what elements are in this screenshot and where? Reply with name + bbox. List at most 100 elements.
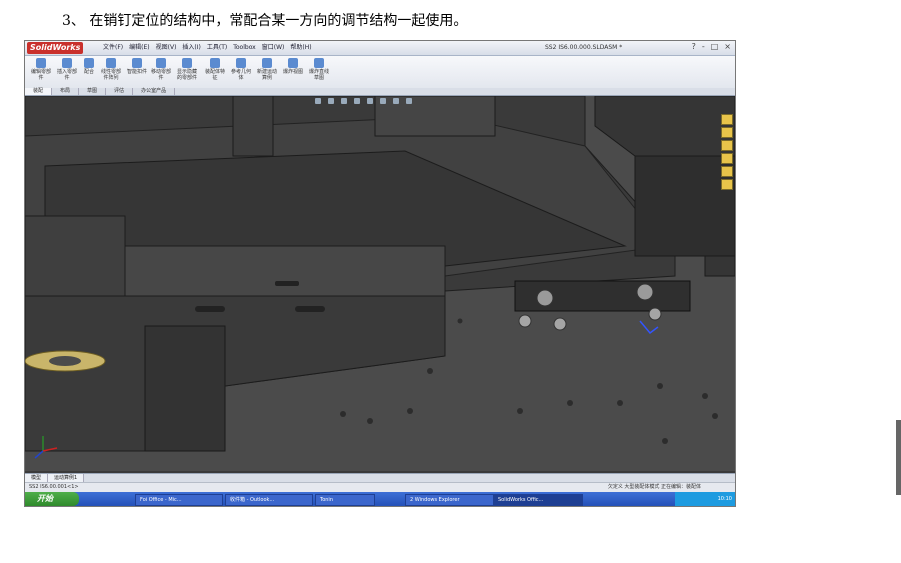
graphics-area[interactable]	[25, 95, 735, 471]
menu-insert[interactable]: 插入(I)	[182, 43, 200, 53]
floor-hole	[517, 408, 523, 414]
menu-file[interactable]: 文件(F)	[103, 43, 123, 53]
left-guide-block	[25, 215, 126, 297]
minimize-button[interactable]: -	[702, 42, 705, 51]
menu-bar: 文件(F) 编辑(E) 视图(V) 插入(I) 工具(T) Toolbox 窗口…	[103, 43, 312, 53]
tool-mate[interactable]: 配合	[77, 58, 101, 86]
menu-view[interactable]: 视图(V)	[156, 43, 177, 53]
slot	[275, 281, 299, 286]
command-tabs: 装配 布局 草图 评估 办公室产品	[25, 88, 735, 96]
design-library-icon[interactable]	[721, 127, 733, 138]
floor-hole	[457, 318, 463, 324]
view-orientation-icon[interactable]	[354, 98, 360, 104]
taskbar-item[interactable]: Tonin	[315, 494, 375, 506]
start-button[interactable]: 开始	[25, 492, 79, 506]
document-title: SS2 IS6.00.000.SLDASM *	[545, 44, 623, 51]
tool-exploded-view[interactable]: 爆炸视图	[281, 58, 305, 86]
taskbar-item[interactable]: 收件箱 - Outlook...	[225, 494, 313, 506]
help-button[interactable]: ?	[692, 42, 696, 51]
floor-hole	[702, 393, 708, 399]
right-block	[634, 155, 735, 257]
tab-sketch[interactable]: 草图	[79, 88, 107, 95]
tool-assembly-features[interactable]: 装配体特征	[203, 58, 227, 86]
tab-model[interactable]: 模型	[25, 474, 49, 482]
system-tray: 10:10	[675, 492, 735, 506]
floor-hole	[712, 413, 718, 419]
zoom-fit-icon[interactable]	[315, 98, 321, 104]
tool-linear-pattern[interactable]: 线性零部件阵列	[99, 58, 123, 86]
close-button[interactable]: ×	[724, 42, 731, 51]
reference-geometry-icon	[236, 58, 246, 68]
locating-pin	[518, 314, 532, 328]
view-palette-icon[interactable]	[721, 166, 733, 177]
task-pane-tabs	[721, 114, 733, 190]
tool-edit-component[interactable]: 编辑零部件	[29, 58, 53, 86]
tool-reference-geometry[interactable]: 参考几何体	[229, 58, 253, 86]
appearance-icon[interactable]	[393, 98, 399, 104]
explode-line-icon	[314, 58, 324, 68]
title-bar: SolidWorks 文件(F) 编辑(E) 视图(V) 插入(I) 工具(T)…	[25, 41, 735, 56]
floor-hole	[657, 383, 663, 389]
file-explorer-icon[interactable]	[721, 140, 733, 151]
move-component-icon	[156, 58, 166, 68]
bearing-bore	[49, 356, 81, 366]
floor-hole	[427, 368, 433, 374]
menu-tools[interactable]: 工具(T)	[207, 43, 227, 53]
linear-pattern-icon	[106, 58, 116, 68]
assembly-model	[25, 95, 735, 471]
display-style-icon[interactable]	[367, 98, 373, 104]
mate-icon	[84, 58, 94, 68]
menu-window[interactable]: 窗口(W)	[262, 43, 285, 53]
tab-office-products[interactable]: 办公室产品	[133, 88, 176, 95]
clock: 10:10	[717, 496, 732, 502]
scene-icon[interactable]	[406, 98, 412, 104]
screw-head	[536, 289, 554, 307]
document-caption: 3、 在销钉定位的结构中，常配合某一方向的调节结构一起使用。	[62, 13, 468, 29]
menu-help[interactable]: 帮助(H)	[290, 43, 311, 53]
insert-component-icon	[62, 58, 72, 68]
heads-up-toolbar	[315, 98, 412, 104]
tool-show-hidden[interactable]: 显示隐藏的零部件	[175, 58, 199, 86]
tab-motion-study[interactable]: 运动算例1	[48, 474, 85, 482]
windows-taskbar: 开始 Foi Office - Mic... 收件箱 - Outlook... …	[25, 492, 735, 506]
edit-component-icon	[36, 58, 46, 68]
appearances-icon[interactable]	[721, 179, 733, 190]
floor-hole	[407, 408, 413, 414]
tool-smart-fasteners[interactable]: 智能扣件	[125, 58, 149, 86]
tab-assembly[interactable]: 装配	[25, 88, 53, 95]
resources-icon[interactable]	[721, 114, 733, 125]
zoom-area-icon[interactable]	[328, 98, 334, 104]
command-manager: 编辑零部件 插入零部件 配合 线性零部件阵列 智能扣件 移动零部件 显示隐藏的零…	[25, 56, 735, 89]
locating-pin	[553, 317, 567, 331]
menu-edit[interactable]: 编辑(E)	[129, 43, 149, 53]
bottom-tabs: 模型 运动算例1	[25, 473, 735, 482]
maximize-button[interactable]: □	[711, 42, 719, 51]
tab-layout[interactable]: 布局	[52, 88, 80, 95]
tool-explode-line-sketch[interactable]: 爆炸直线草图	[307, 58, 331, 86]
smart-fasteners-icon	[132, 58, 142, 68]
tab-evaluate[interactable]: 评估	[106, 88, 134, 95]
vertical-block	[232, 95, 274, 157]
section-view-icon[interactable]	[341, 98, 347, 104]
hide-show-icon[interactable]	[380, 98, 386, 104]
motion-study-icon	[262, 58, 272, 68]
taskbar-item-active[interactable]: SolidWorks Offic...	[493, 494, 583, 506]
taskbar-item[interactable]: Foi Office - Mic...	[135, 494, 223, 506]
solidworks-screenshot: SolidWorks 文件(F) 编辑(E) 视图(V) 插入(I) 工具(T)…	[24, 40, 736, 507]
taskbar-item[interactable]: 2 Windows Explorer	[405, 494, 495, 506]
floor-hole	[340, 411, 346, 417]
screw-head	[636, 283, 654, 301]
menu-toolbox[interactable]: Toolbox	[233, 43, 256, 53]
floor-hole	[367, 418, 373, 424]
page-edge-bar	[896, 420, 901, 495]
floor-hole	[662, 438, 668, 444]
floor-hole	[567, 400, 573, 406]
lower-column	[144, 325, 226, 452]
status-left: SS2 IS6.00.001<1>	[29, 484, 79, 490]
tool-insert-component[interactable]: 插入零部件	[55, 58, 79, 86]
tool-move-component[interactable]: 移动零部件	[149, 58, 173, 86]
tool-new-motion-study[interactable]: 新建运动算例	[255, 58, 279, 86]
locating-pin	[648, 307, 662, 321]
assembly-features-icon	[210, 58, 220, 68]
search-icon[interactable]	[721, 153, 733, 164]
